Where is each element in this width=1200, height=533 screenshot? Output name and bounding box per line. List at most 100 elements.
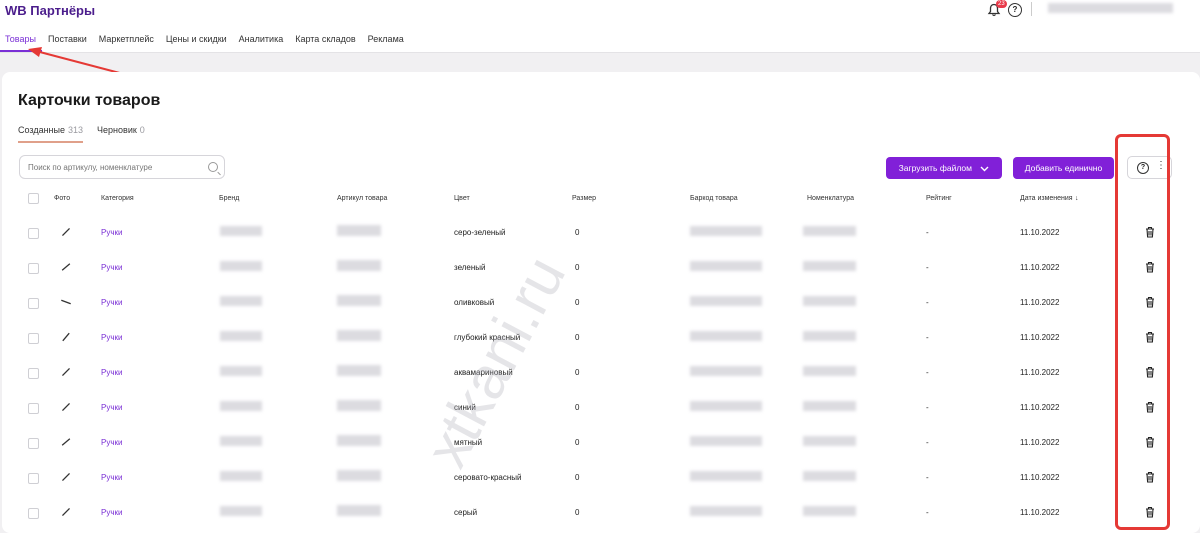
category-link[interactable]: Ручки bbox=[101, 228, 122, 237]
tab-count: 0 bbox=[139, 125, 145, 135]
barcode-blurred bbox=[690, 366, 762, 376]
select-all-checkbox[interactable] bbox=[28, 193, 39, 204]
tab-created[interactable]: Созданные 313 bbox=[18, 125, 84, 143]
upload-file-button[interactable]: Загрузить файлом bbox=[886, 157, 1002, 179]
column-header[interactable]: Дата изменения bbox=[1020, 195, 1073, 202]
table-row[interactable]: Ручки серовато-красный 0 - 11.10.2022 bbox=[2, 461, 1200, 496]
search-input[interactable] bbox=[19, 155, 225, 179]
nomenclature-blurred bbox=[803, 226, 856, 236]
barcode-blurred bbox=[690, 296, 762, 306]
column-header: Бренд bbox=[219, 195, 240, 202]
brand-blurred bbox=[220, 471, 262, 481]
product-photo[interactable] bbox=[59, 505, 73, 519]
category-link[interactable]: Ручки bbox=[101, 368, 122, 377]
nav-item[interactable]: Товары bbox=[0, 33, 42, 52]
column-header: Баркод товара bbox=[690, 195, 738, 202]
rating-cell: - bbox=[926, 438, 929, 447]
nav-item[interactable]: Поставки bbox=[42, 33, 93, 52]
color-cell: аквамариновый bbox=[454, 368, 513, 377]
rating-cell: - bbox=[926, 368, 929, 377]
column-header: Фото bbox=[54, 195, 71, 202]
category-link[interactable]: Ручки bbox=[101, 508, 122, 517]
size-cell: 0 bbox=[575, 403, 580, 412]
row-checkbox[interactable] bbox=[28, 228, 39, 239]
row-checkbox[interactable] bbox=[28, 298, 39, 309]
nomenclature-blurred bbox=[803, 401, 856, 411]
user-account-blurred[interactable] bbox=[1048, 3, 1173, 13]
date-cell: 11.10.2022 bbox=[1020, 368, 1060, 377]
color-cell: серый bbox=[454, 508, 478, 517]
table-row[interactable]: Ручки серый 0 - 11.10.2022 bbox=[2, 496, 1200, 531]
size-cell: 0 bbox=[575, 333, 580, 342]
row-checkbox[interactable] bbox=[28, 473, 39, 484]
tab-draft[interactable]: Черновик 0 bbox=[97, 125, 145, 143]
category-link[interactable]: Ручки bbox=[101, 473, 122, 482]
brand-blurred bbox=[220, 226, 262, 236]
tab-count: 313 bbox=[68, 125, 84, 135]
table-row[interactable]: Ручки аквамариновый 0 - 11.10.2022 bbox=[2, 356, 1200, 391]
rating-cell: - bbox=[926, 508, 929, 517]
product-photo[interactable] bbox=[59, 260, 73, 274]
nomenclature-blurred bbox=[803, 436, 856, 446]
product-photo[interactable] bbox=[59, 470, 73, 484]
nomenclature-blurred bbox=[803, 471, 856, 481]
add-single-label: Добавить единично bbox=[1024, 163, 1103, 173]
rating-cell: - bbox=[926, 298, 929, 307]
nav-item[interactable]: Маркетплейс bbox=[93, 33, 160, 52]
product-photo[interactable] bbox=[59, 365, 73, 379]
column-header: Цвет bbox=[454, 195, 470, 202]
table-row[interactable]: Ручки синий 0 - 11.10.2022 bbox=[2, 391, 1200, 426]
row-checkbox[interactable] bbox=[28, 438, 39, 449]
nav-item[interactable]: Аналитика bbox=[233, 33, 290, 52]
size-cell: 0 bbox=[575, 228, 580, 237]
article-blurred bbox=[337, 225, 381, 236]
table-row[interactable]: Ручки зеленый 0 - 11.10.2022 bbox=[2, 251, 1200, 286]
help-icon[interactable]: ? bbox=[1008, 3, 1022, 17]
search-icon[interactable] bbox=[208, 162, 218, 172]
product-photo[interactable] bbox=[59, 225, 73, 239]
row-checkbox[interactable] bbox=[28, 368, 39, 379]
color-cell: зеленый bbox=[454, 263, 486, 272]
color-cell: синий bbox=[454, 403, 476, 412]
upload-file-label: Загрузить файлом bbox=[898, 163, 972, 173]
nav-item[interactable]: Карта складов bbox=[289, 33, 361, 52]
brand-blurred bbox=[220, 436, 262, 446]
product-photo[interactable] bbox=[59, 295, 73, 309]
product-photo[interactable] bbox=[59, 400, 73, 414]
row-checkbox[interactable] bbox=[28, 263, 39, 274]
table-row[interactable]: Ручки глубокий красный 0 - 11.10.2022 bbox=[2, 321, 1200, 356]
row-checkbox[interactable] bbox=[28, 403, 39, 414]
nav-item[interactable]: Цены и скидки bbox=[160, 33, 233, 52]
color-cell: оливковый bbox=[454, 298, 495, 307]
product-photo[interactable] bbox=[59, 330, 73, 344]
add-single-button[interactable]: Добавить единично bbox=[1013, 157, 1114, 179]
table-row[interactable]: Ручки серо-зеленый 0 - 11.10.2022 bbox=[2, 216, 1200, 251]
date-cell: 11.10.2022 bbox=[1020, 403, 1060, 412]
article-blurred bbox=[337, 505, 381, 516]
table-row[interactable]: Ручки мятный 0 - 11.10.2022 bbox=[2, 426, 1200, 461]
rating-cell: - bbox=[926, 333, 929, 342]
category-link[interactable]: Ручки bbox=[101, 298, 122, 307]
category-link[interactable]: Ручки bbox=[101, 263, 122, 272]
app-logo[interactable]: WB Партнёры bbox=[5, 3, 95, 18]
product-photo[interactable] bbox=[59, 435, 73, 449]
row-checkbox[interactable] bbox=[28, 508, 39, 519]
card-tabs: Созданные 313 Черновик 0 bbox=[18, 125, 159, 143]
table-row[interactable]: Ручки оливковый 0 - 11.10.2022 bbox=[2, 286, 1200, 321]
category-link[interactable]: Ручки bbox=[101, 403, 122, 412]
size-cell: 0 bbox=[575, 438, 580, 447]
sort-arrow-icon[interactable]: ↓ bbox=[1075, 195, 1079, 202]
brand-blurred bbox=[220, 506, 262, 516]
category-link[interactable]: Ручки bbox=[101, 333, 122, 342]
row-checkbox[interactable] bbox=[28, 333, 39, 344]
color-cell: серо-зеленый bbox=[454, 228, 506, 237]
nav-item[interactable]: Реклама bbox=[362, 33, 410, 52]
brand-blurred bbox=[220, 261, 262, 271]
main-nav: Товары Поставки Маркетплейс Цены и скидки Ан… bbox=[0, 33, 410, 52]
rating-cell: - bbox=[926, 228, 929, 237]
color-cell: серовато-красный bbox=[454, 473, 522, 482]
notification-badge: 23 bbox=[996, 0, 1007, 8]
page-title: Карточки товаров bbox=[18, 92, 161, 109]
category-link[interactable]: Ручки bbox=[101, 438, 122, 447]
color-cell: глубокий красный bbox=[454, 333, 521, 342]
